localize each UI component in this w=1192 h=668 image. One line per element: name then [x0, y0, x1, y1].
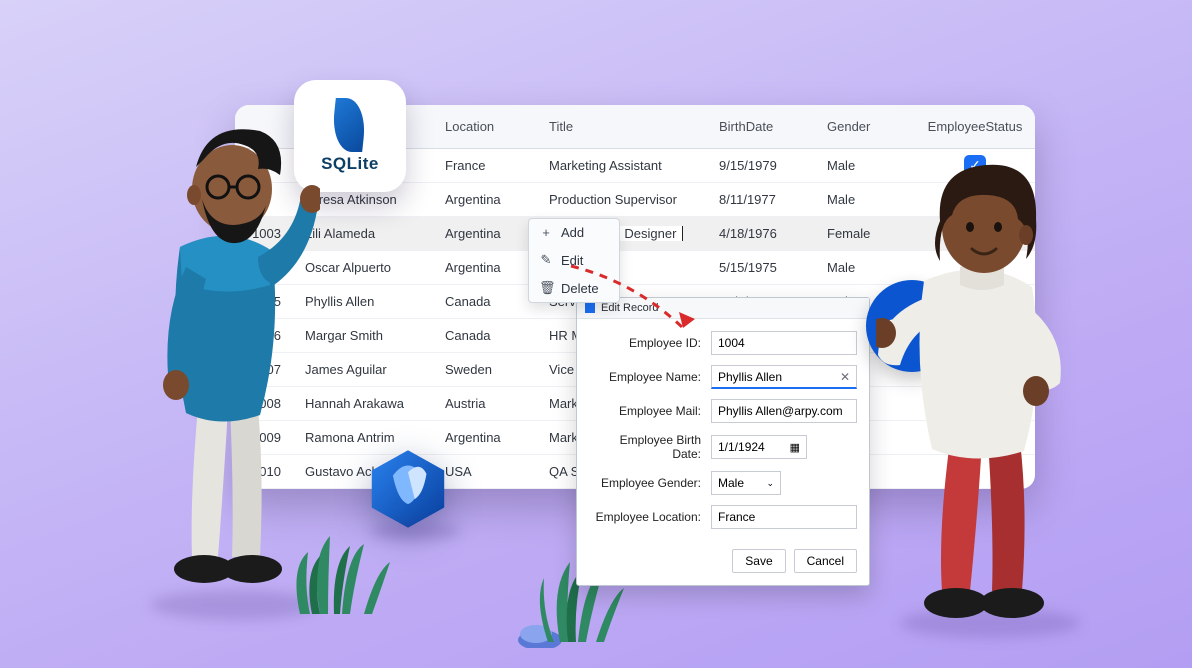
- column-header-birthdate[interactable]: BirthDate: [711, 119, 819, 134]
- cell-title: Marketing Assistant: [541, 158, 711, 173]
- field-label-location: Employee Location:: [589, 510, 711, 524]
- dialog-titlebar[interactable]: Edit Record: [577, 298, 869, 319]
- employee-birthdate-input[interactable]: 1/1/1924 ▦: [711, 435, 807, 459]
- plus-icon: +: [539, 225, 553, 240]
- cell-location: Argentina: [437, 430, 541, 445]
- chevron-down-icon: ⌄: [766, 478, 774, 489]
- sqlite-text: SQLite: [321, 154, 379, 174]
- cell-location: Canada: [437, 294, 541, 309]
- employee-name-input[interactable]: Phyllis Allen ✕: [711, 365, 857, 389]
- clear-icon[interactable]: ✕: [840, 370, 850, 384]
- cell-location: Austria: [437, 396, 541, 411]
- employee-location-input[interactable]: France: [711, 505, 857, 529]
- field-label-birth: Employee Birth Date:: [589, 433, 711, 461]
- edit-record-dialog[interactable]: Edit Record Employee ID: 1004 Employee N…: [576, 297, 870, 586]
- winui-logo-icon: [366, 447, 450, 531]
- column-header-status[interactable]: EmployeeStatus: [915, 119, 1035, 134]
- character-presenter-left: [120, 107, 320, 607]
- cell-birthdate: 5/15/1975: [711, 260, 819, 275]
- cell-birthdate: 4/18/1976: [711, 226, 819, 241]
- employee-gender-select[interactable]: Male ⌄: [711, 471, 781, 495]
- context-menu-label: Edit: [561, 253, 583, 268]
- pencil-icon: ✎: [539, 252, 553, 268]
- sqlite-feather-icon: [327, 98, 373, 152]
- context-menu-delete[interactable]: 🗑 Delete: [529, 274, 619, 302]
- column-header-gender[interactable]: Gender: [819, 119, 915, 134]
- context-menu-label: Add: [561, 225, 584, 240]
- field-label-gender: Employee Gender:: [589, 476, 711, 490]
- cell-birthdate: 9/15/1979: [711, 158, 819, 173]
- column-header-location[interactable]: Location: [437, 119, 541, 134]
- column-header-title[interactable]: Title: [541, 119, 711, 134]
- context-menu[interactable]: + Add ✎ Edit 🗑 Delete: [528, 218, 620, 303]
- window-icon: [585, 303, 595, 313]
- save-button[interactable]: Save: [732, 549, 785, 573]
- context-menu-edit[interactable]: ✎ Edit: [529, 246, 619, 274]
- calendar-icon[interactable]: ▦: [790, 441, 800, 454]
- cell-location: USA: [437, 464, 541, 479]
- field-label-id: Employee ID:: [589, 336, 711, 350]
- character-presenter-right: [876, 155, 1096, 635]
- cell-location: Canada: [437, 328, 541, 343]
- trash-icon: 🗑: [539, 280, 553, 296]
- cell-location: Sweden: [437, 362, 541, 377]
- cell-title: Production Supervisor: [541, 192, 711, 207]
- cell-location: France: [437, 158, 541, 173]
- cancel-button[interactable]: Cancel: [794, 549, 857, 573]
- cell-location: Argentina: [437, 226, 541, 241]
- dialog-title-text: Edit Record: [601, 302, 658, 314]
- context-menu-label: Delete: [561, 281, 599, 296]
- employee-id-input[interactable]: 1004: [711, 331, 857, 355]
- employee-mail-input[interactable]: Phyllis Allen@arpy.com: [711, 399, 857, 423]
- cell-location: Argentina: [437, 192, 541, 207]
- field-label-mail: Employee Mail:: [589, 404, 711, 418]
- cell-birthdate: 8/11/1977: [711, 192, 819, 207]
- cell-location: Argentina: [437, 260, 541, 275]
- context-menu-add[interactable]: + Add: [529, 219, 619, 246]
- field-label-name: Employee Name:: [589, 370, 711, 384]
